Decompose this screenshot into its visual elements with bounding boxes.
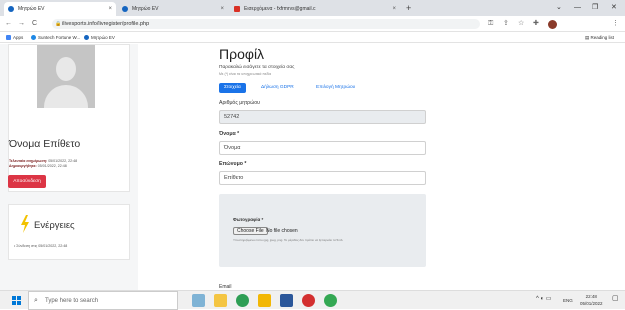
user-card	[8, 44, 130, 192]
created-value: 05/01/2022, 22:48	[37, 164, 67, 168]
tab-details[interactable]: Στοιχεία	[219, 83, 246, 93]
forward-button[interactable]: →	[18, 19, 25, 29]
close-tab-icon[interactable]: ×	[108, 2, 112, 16]
photo-label: Φωτογραφία *	[233, 217, 264, 222]
site-favicon-icon	[84, 35, 89, 41]
close-tab-icon[interactable]: ×	[392, 2, 396, 16]
back-button[interactable]: ←	[5, 19, 12, 29]
surname-label: Επώνυμο *	[219, 161, 247, 167]
menu-kebab-icon[interactable]: ⋮	[612, 19, 619, 29]
page-content: Όνομα Επίθετο Τελευταία ενημέρωση: 05/01…	[0, 44, 625, 290]
bookmark-registry[interactable]: Μητρώο ΕV	[84, 32, 115, 43]
avatar-head	[56, 57, 76, 81]
apps-grid-icon	[6, 35, 11, 41]
page-subtitle: Παρακαλώ εισάγετε τα στοιχεία σας	[219, 65, 295, 70]
tab-label: Μητρώο ΕV	[18, 6, 45, 12]
clock-date: 05/01/2022	[580, 301, 603, 306]
chevron-down-icon[interactable]: ⌄	[556, 2, 562, 14]
left-column: Όνομα Επίθετο Τελευταία ενημέρωση: 05/01…	[0, 44, 138, 290]
required-hint: Με (*) είναι τα υποχρεωτικά πεδία	[219, 72, 272, 76]
tab-label: Εισερχόμενα - fxfrmrvs@gmail.c	[244, 6, 316, 12]
url-input[interactable]: 🔒 ilivesports.info/livregister/profile.p…	[52, 19, 480, 29]
tray-icons[interactable]: ^ ◐ ▭	[536, 296, 551, 303]
browser-tab-strip: Μητρώο ΕV × Μητρώο ΕV × Εισερχόμενα - fx…	[0, 0, 625, 16]
site-favicon-icon	[8, 6, 14, 12]
name-field[interactable]: Όνομα	[219, 141, 426, 155]
bookmark-suntech[interactable]: Suntech Fortune W...	[31, 32, 80, 43]
avatar	[37, 45, 95, 108]
task-view-icon[interactable]	[192, 294, 205, 307]
close-tab-icon[interactable]: ×	[220, 2, 224, 16]
reload-button[interactable]: C	[32, 19, 37, 29]
tab-label: Μητρώο ΕV	[132, 6, 159, 12]
browser-tab-2[interactable]: Μητρώο ΕV ×	[118, 2, 228, 16]
created-date: Δημιουργήθηκε: 05/01/2022, 22:48	[9, 164, 67, 168]
suntech-icon	[31, 35, 36, 41]
chrome-active-icon[interactable]	[324, 294, 337, 307]
actions-title: Ενέργειες	[34, 220, 75, 231]
taskbar-search-input[interactable]: ⌕ Type here to search	[28, 291, 178, 310]
search-icon: ⌕	[34, 297, 38, 304]
gmail-icon	[234, 6, 240, 12]
last-update-value: 05/01/2022, 22:48	[48, 159, 78, 163]
browser-tab-1[interactable]: Μητρώο ΕV ×	[4, 2, 116, 16]
tab-registry[interactable]: Επιλογή Μητρώου	[311, 83, 360, 93]
share-icon[interactable]: ⇪	[503, 19, 509, 29]
logout-button[interactable]: Αποσύνδεση	[8, 175, 46, 188]
bookmark-label: Apps	[13, 35, 24, 40]
chrome-icon[interactable]	[236, 294, 249, 307]
sticky-notes-icon[interactable]	[258, 294, 271, 307]
last-update: Τελευταία ενημέρωση: 05/01/2022, 22:48	[9, 159, 77, 163]
page-title: Προφίλ	[219, 46, 265, 62]
surname-field[interactable]: Επίθετο	[219, 171, 426, 185]
list-item: • Σύνδεση στις 05/01/2022, 22:48	[14, 244, 68, 248]
url-text: ilivesports.info/livregister/profile.php	[62, 21, 150, 27]
user-name: Όνομα Επίθετο	[9, 138, 81, 150]
action-log-text: Σύνδεση στις 05/01/2022, 22:48	[16, 244, 68, 248]
file-explorer-icon[interactable]	[214, 294, 227, 307]
extensions-icon[interactable]: ✚	[533, 19, 539, 29]
photo-upload-panel: Φωτογραφία * Choose File No file chosen …	[219, 194, 426, 267]
address-toolbar: ← → C 🔒 ilivesports.info/livregister/pro…	[0, 16, 625, 32]
clock-time: 22:48	[585, 294, 597, 299]
avatar-body	[44, 85, 88, 108]
file-status: No file chosen	[266, 228, 298, 234]
restore-button[interactable]: ❐	[592, 2, 598, 14]
key-icon[interactable]: ⚿	[488, 19, 493, 29]
created-label: Δημιουργήθηκε:	[9, 164, 37, 168]
lightning-bolt-icon	[21, 215, 29, 233]
new-tab-button[interactable]: +	[406, 2, 411, 14]
registry-field: 52742	[219, 110, 426, 124]
registry-label: Αριθμός μητρώου	[219, 100, 260, 106]
last-update-label: Τελευταία ενημέρωση:	[9, 159, 48, 163]
profile-avatar-icon[interactable]	[548, 20, 557, 29]
reading-list-label: Reading list	[590, 35, 615, 40]
bookmark-apps[interactable]: Apps	[6, 32, 23, 43]
tab-gdpr[interactable]: Δήλωση GDPR	[256, 83, 299, 93]
reading-list[interactable]: ▤ Reading list	[585, 32, 614, 43]
taskbar: ⌕ Type here to search ^ ◐ ▭ ENG 22:48 05…	[0, 290, 625, 310]
minimize-button[interactable]: —	[574, 2, 581, 14]
notifications-icon[interactable]: ▢	[612, 295, 619, 302]
opera-icon[interactable]	[302, 294, 315, 307]
clock[interactable]: 22:48 05/01/2022	[580, 293, 603, 307]
site-favicon-icon	[122, 6, 128, 12]
language-indicator[interactable]: ENG	[563, 297, 573, 304]
bookmarks-bar: Apps Suntech Fortune W... Μητρώο ΕV ▤ Re…	[0, 32, 625, 43]
lock-icon: 🔒	[55, 21, 62, 27]
photo-help-text: Υποστηριζόμενοι τύποι jpg, jpeg, png. Το…	[233, 238, 344, 242]
windows-start-icon[interactable]	[12, 296, 22, 305]
choose-file-button[interactable]: Choose File	[233, 227, 268, 235]
browser-tab-3[interactable]: Εισερχόμενα - fxfrmrvs@gmail.c ×	[230, 2, 400, 16]
star-icon[interactable]: ☆	[518, 19, 524, 29]
bookmark-label: Μητρώο ΕV	[91, 35, 115, 40]
name-label: Όνομα *	[219, 131, 240, 137]
close-window-button[interactable]: ✕	[611, 2, 617, 14]
search-placeholder: Type here to search	[45, 298, 99, 304]
word-icon[interactable]	[280, 294, 293, 307]
bookmark-label: Suntech Fortune W...	[38, 35, 81, 40]
